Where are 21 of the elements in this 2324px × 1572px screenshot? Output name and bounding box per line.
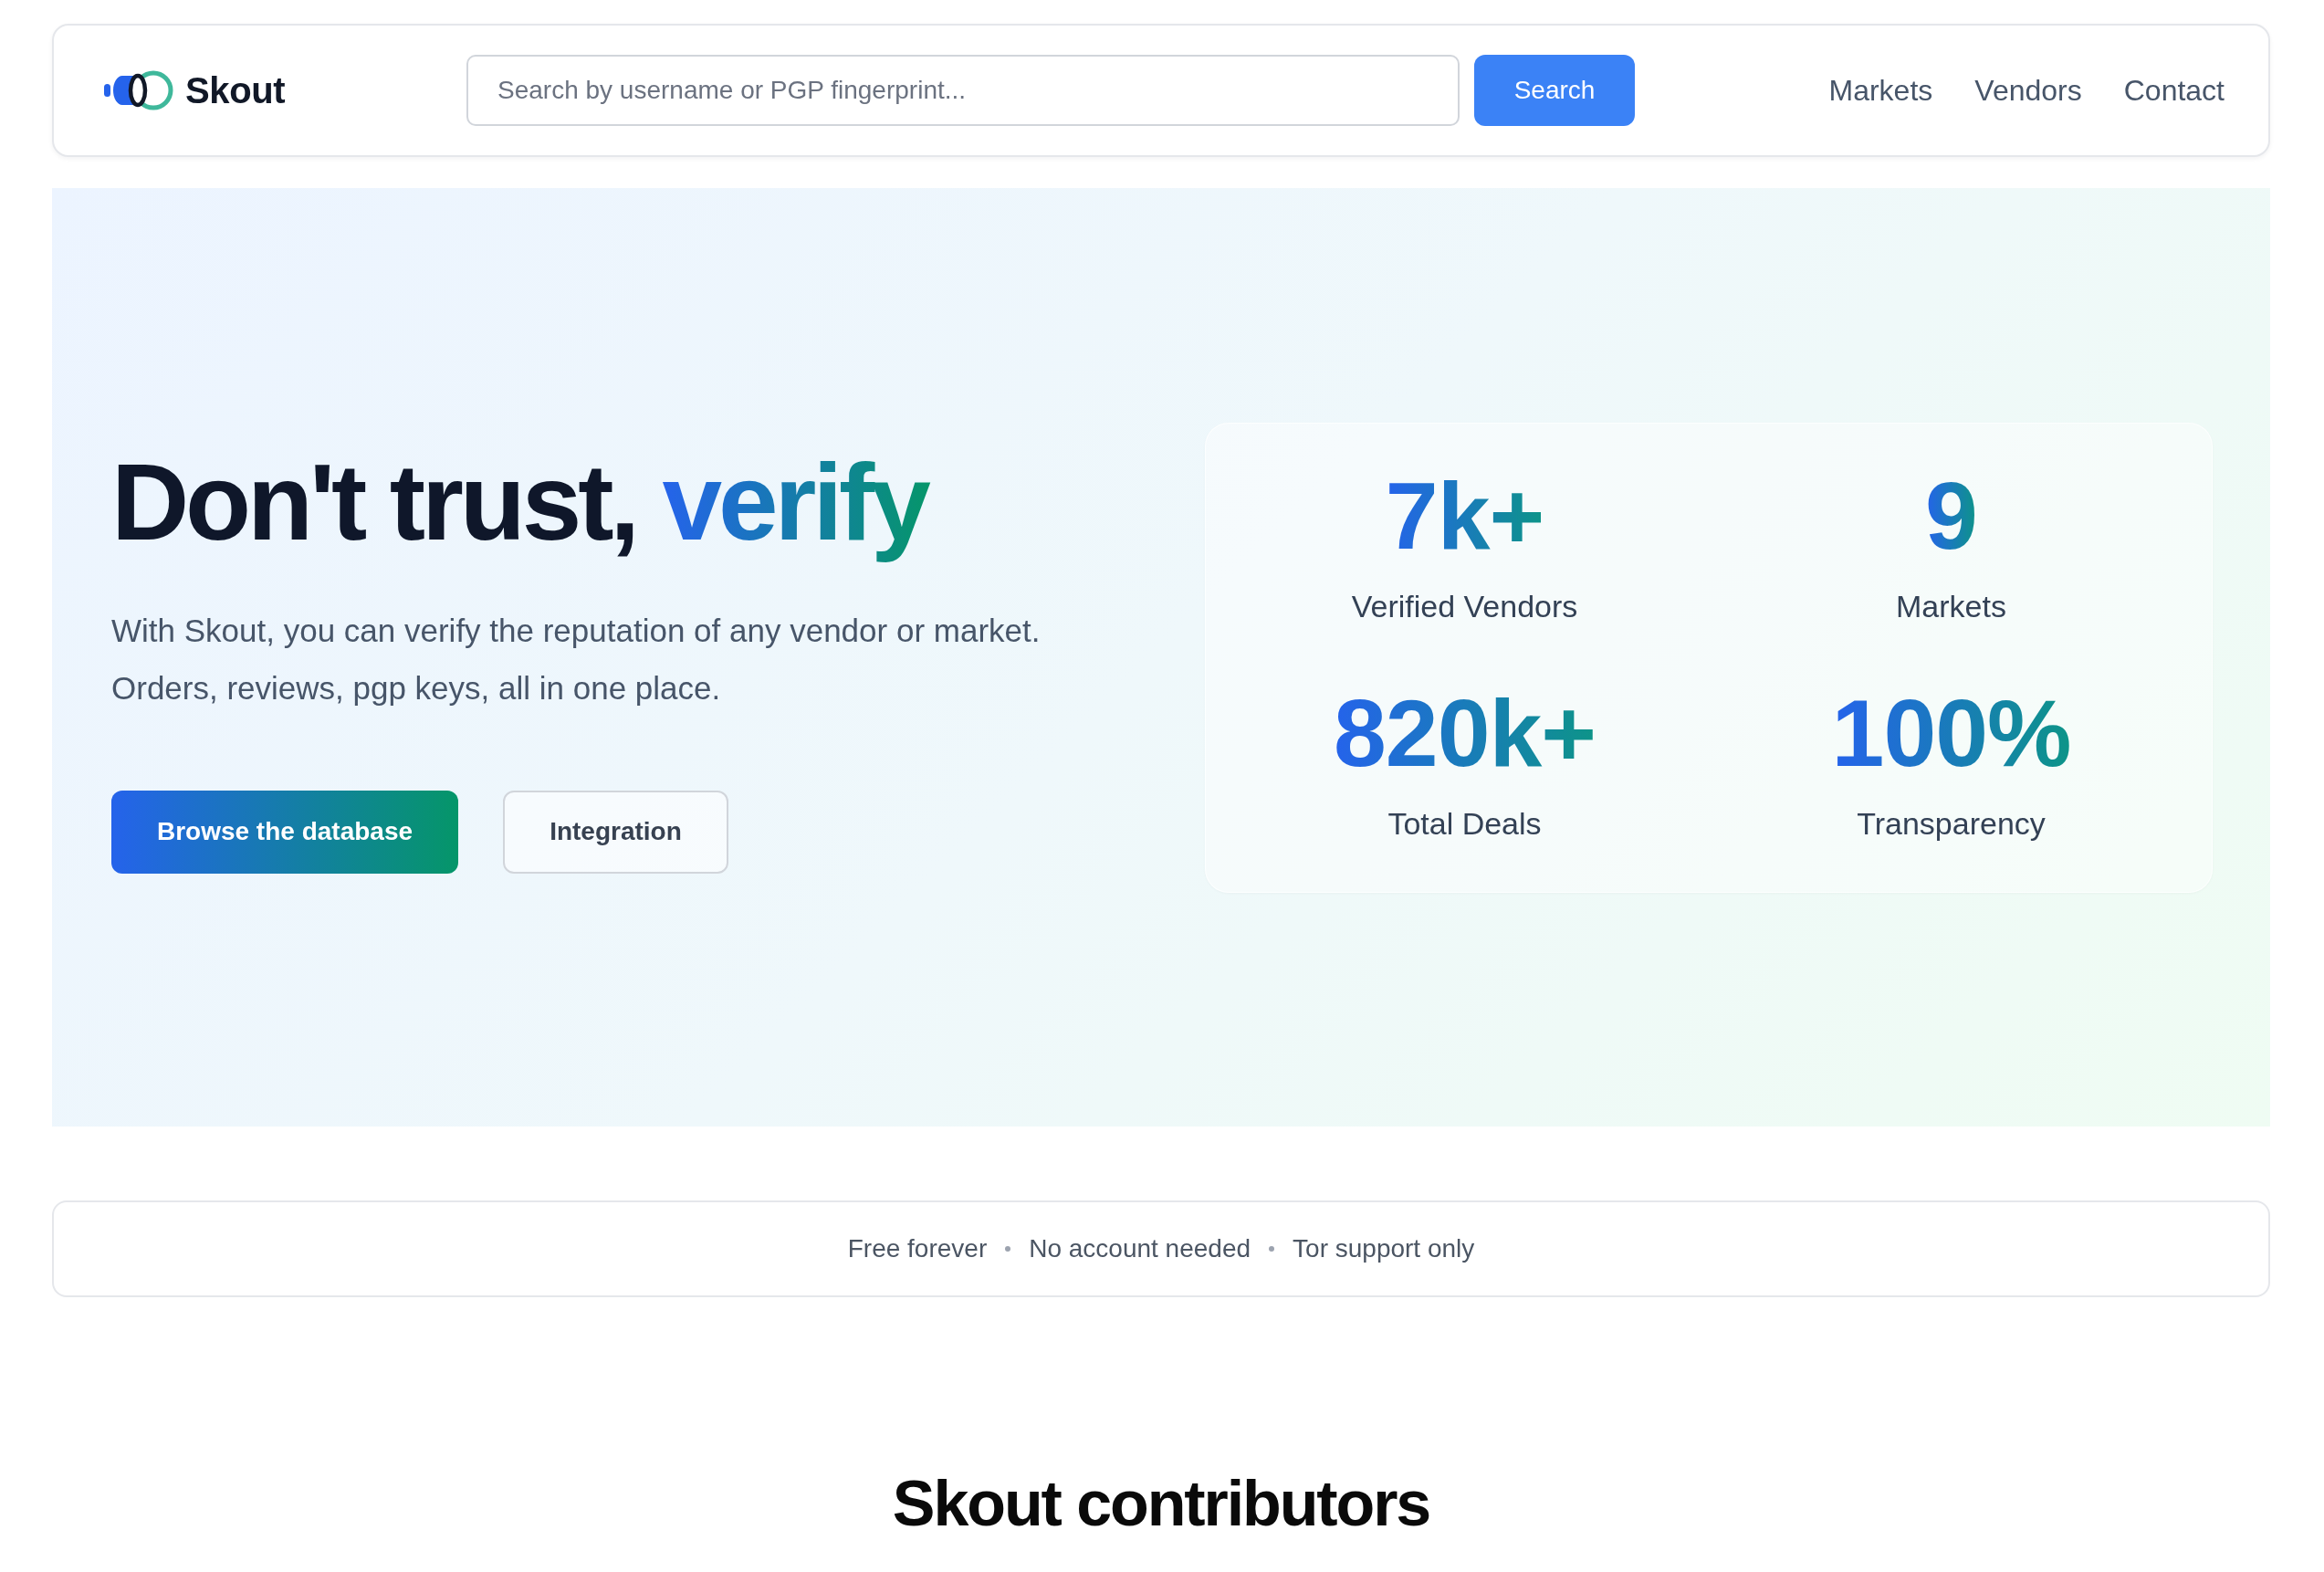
- stat-label: Total Deals: [1387, 804, 1542, 843]
- search-button[interactable]: Search: [1474, 55, 1635, 126]
- stat-label: Markets: [1896, 587, 2006, 625]
- stat-label: Transparency: [1857, 804, 2046, 843]
- nav-link[interactable]: Markets: [1828, 73, 1933, 108]
- hero-headline: Don't trust, verify: [111, 441, 931, 565]
- separator-dot-icon: [1269, 1246, 1275, 1252]
- separator-dot-icon: [1005, 1246, 1011, 1252]
- search-field[interactable]: Search by username or PGP fingerprint...: [466, 55, 1460, 126]
- feature-label: No account needed: [1029, 1234, 1251, 1263]
- stat-label: Verified Vendors: [1351, 587, 1578, 625]
- outline-button[interactable]: Integration: [503, 790, 728, 874]
- nav-link[interactable]: Contact: [2123, 73, 2225, 108]
- logo-icon: [104, 70, 173, 110]
- brand-name: Skout: [185, 69, 286, 111]
- feature-label: Tor support only: [1293, 1234, 1475, 1263]
- hero-description: With Skout, you can verify the reputation of any vendor or market. Orders, reviews, pgp keys, all in one place.: [111, 611, 1042, 707]
- feature-label: Free forever: [847, 1234, 988, 1263]
- primary-button[interactable]: Browse the database: [111, 790, 458, 874]
- nav-link[interactable]: Vendors: [1974, 73, 2082, 108]
- section-title: Skout contributors: [892, 1467, 1430, 1541]
